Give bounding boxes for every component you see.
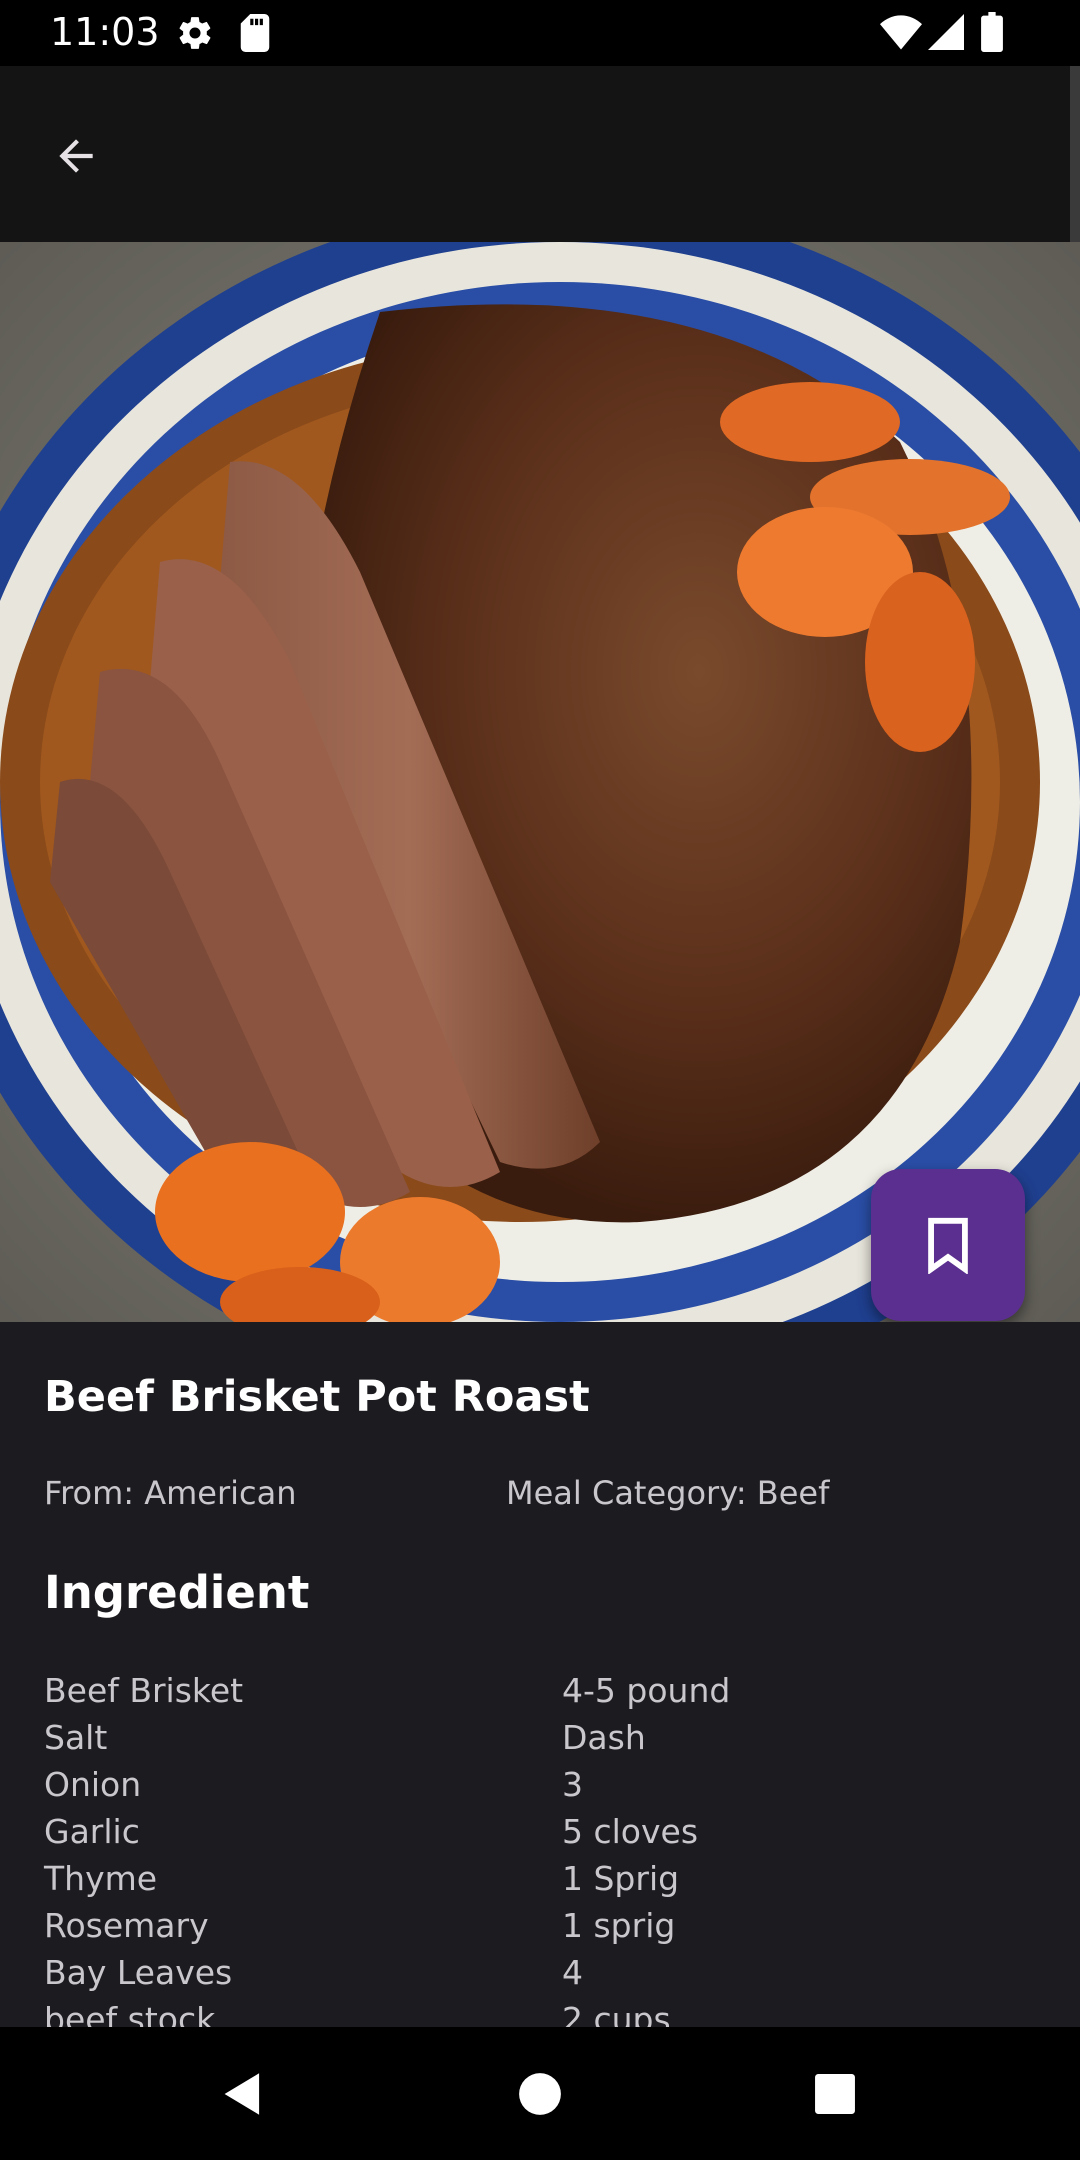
ingredient-quantity: 4 [562, 1953, 583, 1992]
sd-card-icon [238, 14, 272, 56]
recipe-origin: From: American [44, 1474, 297, 1512]
ingredient-row: Beef Brisket 4-5 pound [0, 1671, 1080, 1718]
settings-icon [176, 14, 214, 56]
battery-icon [980, 12, 1004, 56]
bookmark-icon [928, 1217, 968, 1274]
recipe-image [0, 242, 1080, 1322]
ingredient-quantity: 2 cups [562, 2000, 671, 2027]
ingredient-quantity: Dash [562, 1718, 646, 1757]
ingredient-name: Onion [44, 1765, 142, 1804]
ingredient-row: Bay Leaves 4 [0, 1953, 1080, 2000]
back-button[interactable] [36, 116, 116, 196]
status-bar: 11:03 [0, 0, 1080, 66]
home-circle-icon [519, 2073, 561, 2115]
recipe-details: Beef Brisket Pot Roast From: American Me… [0, 1322, 1080, 2027]
status-time: 11:03 [50, 10, 160, 54]
ingredient-quantity: 4-5 pound [562, 1671, 731, 1710]
ingredients-heading: Ingredient [44, 1566, 310, 1619]
ingredient-name: Salt [44, 1718, 108, 1757]
ingredient-row: Rosemary 1 sprig [0, 1906, 1080, 1953]
system-nav-bar [0, 2027, 1080, 2160]
ingredient-quantity: 3 [562, 1765, 583, 1804]
back-triangle-icon [224, 2073, 260, 2115]
recipe-category: Meal Category: Beef [506, 1474, 830, 1512]
ingredient-name: Beef Brisket [44, 1671, 244, 1710]
ingredient-row: Garlic 5 cloves [0, 1812, 1080, 1859]
ingredient-name: Garlic [44, 1812, 140, 1851]
ingredient-row: Thyme 1 Sprig [0, 1859, 1080, 1906]
scroll-indicator [1070, 66, 1080, 242]
nav-home-button[interactable] [495, 2049, 585, 2139]
recents-square-icon [815, 2074, 855, 2114]
ingredient-row: Onion 3 [0, 1765, 1080, 1812]
arrow-back-icon [59, 139, 93, 173]
wifi-icon [880, 14, 922, 54]
bookmark-button[interactable] [871, 1169, 1025, 1321]
cellular-icon [928, 14, 964, 54]
ingredient-quantity: 1 Sprig [562, 1859, 680, 1898]
ingredient-row: Salt Dash [0, 1718, 1080, 1765]
ingredient-name: beef stock [44, 2000, 216, 2027]
nav-back-button[interactable] [198, 2049, 288, 2139]
ingredient-name: Rosemary [44, 1906, 209, 1945]
ingredient-row: beef stock 2 cups [0, 2000, 1080, 2027]
ingredient-quantity: 1 sprig [562, 1906, 676, 1945]
nav-recents-button[interactable] [790, 2049, 880, 2139]
app-bar [0, 66, 1080, 242]
ingredient-name: Thyme [44, 1859, 158, 1898]
ingredient-quantity: 5 cloves [562, 1812, 699, 1851]
recipe-title: Beef Brisket Pot Roast [44, 1372, 590, 1422]
ingredient-name: Bay Leaves [44, 1953, 233, 1992]
